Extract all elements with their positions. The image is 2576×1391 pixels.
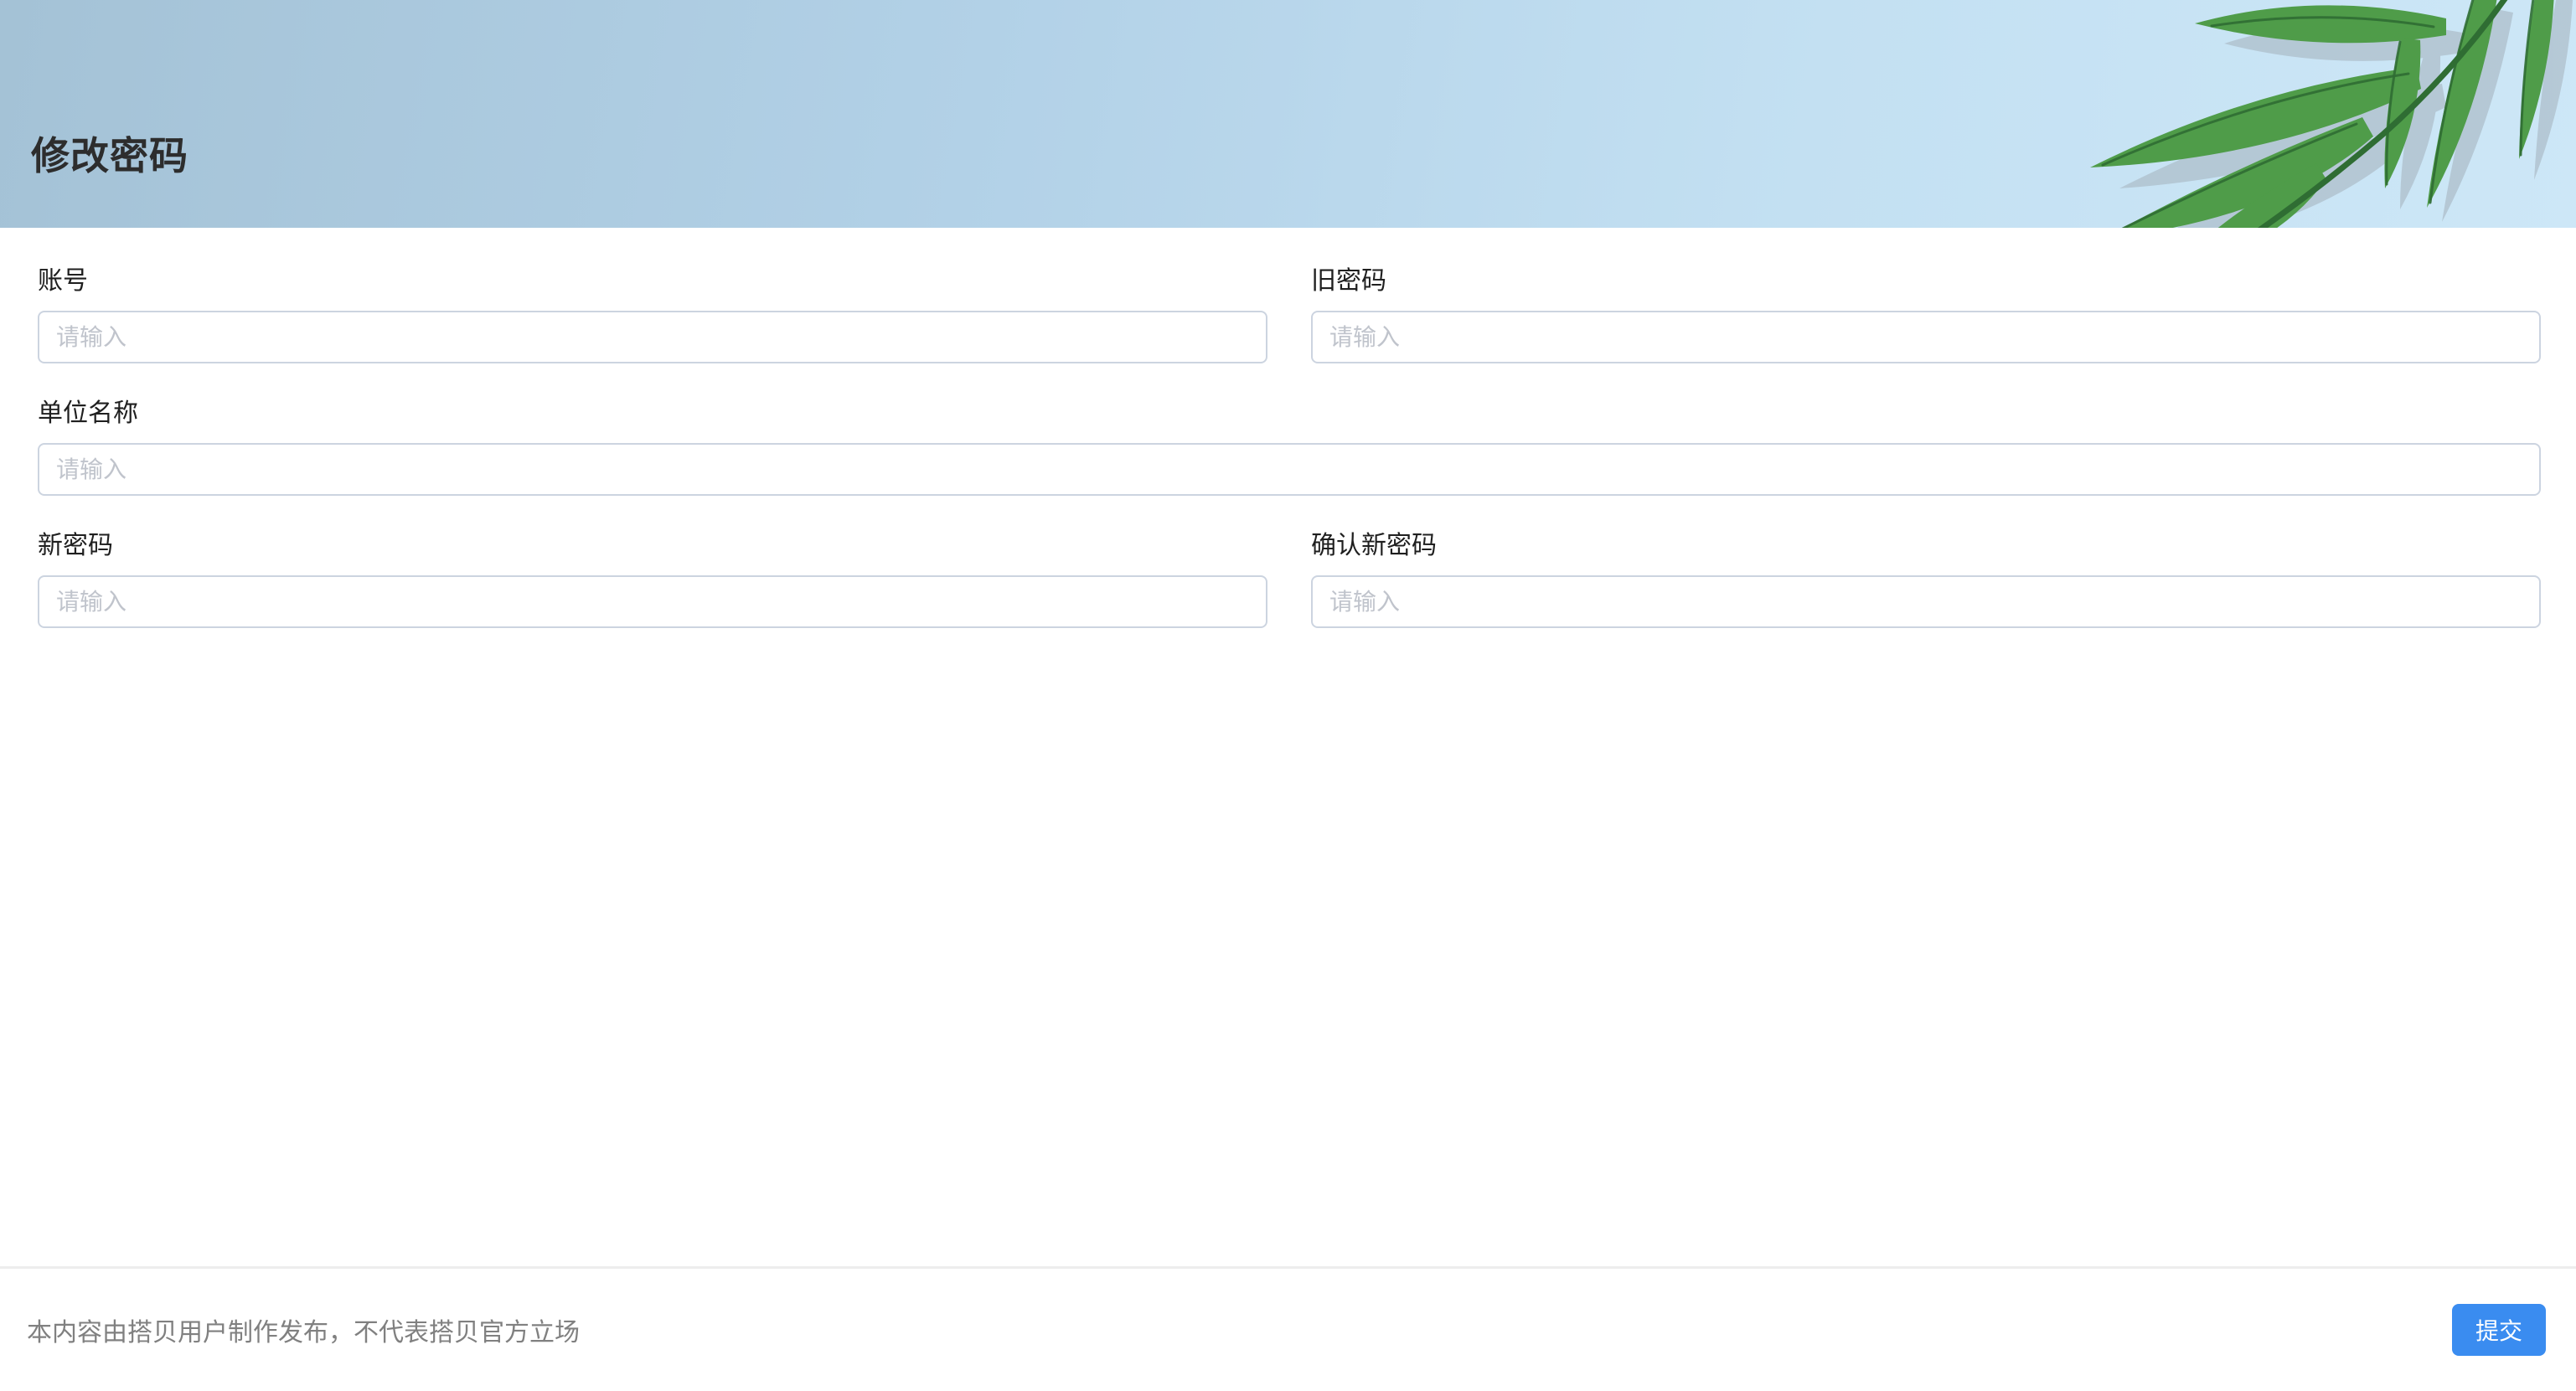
- page-header: 修改密码: [0, 0, 2576, 228]
- field-account: 账号: [38, 266, 1267, 363]
- leaf-decoration: [2023, 0, 2576, 228]
- account-label: 账号: [38, 266, 1267, 296]
- unit-name-label: 单位名称: [38, 399, 2541, 429]
- field-old-password: 旧密码: [1311, 266, 2541, 363]
- main-content: 账号 旧密码 单位名称 新密码 确认新密码: [0, 228, 2576, 1266]
- new-password-label: 新密码: [38, 531, 1267, 561]
- confirm-new-password-input[interactable]: [1311, 575, 2541, 628]
- account-input[interactable]: [38, 311, 1267, 363]
- field-unit-name: 单位名称: [38, 399, 2541, 496]
- change-password-form: 账号 旧密码 单位名称 新密码 确认新密码: [0, 228, 2576, 628]
- palm-leaf-icon: [2023, 0, 2576, 228]
- page-title: 修改密码: [31, 126, 188, 181]
- submit-button[interactable]: 提交: [2452, 1304, 2546, 1356]
- new-password-input[interactable]: [38, 575, 1267, 628]
- field-confirm-new-password: 确认新密码: [1311, 531, 2541, 628]
- confirm-new-password-label: 确认新密码: [1311, 531, 2541, 561]
- old-password-input[interactable]: [1311, 311, 2541, 363]
- old-password-label: 旧密码: [1311, 266, 2541, 296]
- page-footer: 本内容由搭贝用户制作发布，不代表搭贝官方立场 提交: [0, 1266, 2576, 1391]
- field-new-password: 新密码: [38, 531, 1267, 628]
- disclaimer-text: 本内容由搭贝用户制作发布，不代表搭贝官方立场: [27, 1311, 580, 1348]
- unit-name-input[interactable]: [38, 443, 2541, 496]
